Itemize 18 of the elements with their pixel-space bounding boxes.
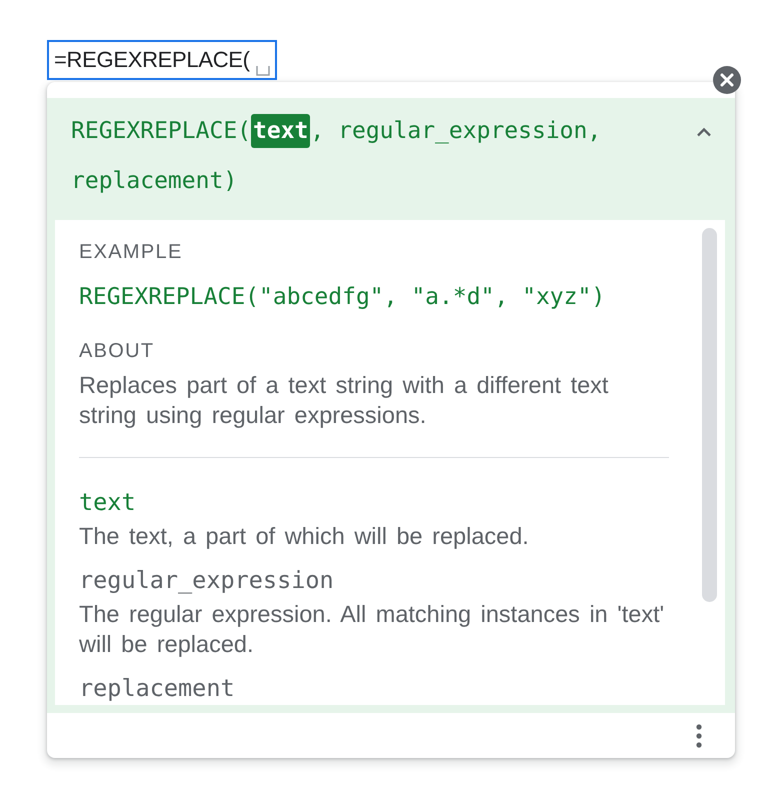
signature-argument: replacement) bbox=[71, 168, 238, 194]
section-heading: ABOUT bbox=[79, 339, 156, 363]
section-heading: EXAMPLE bbox=[79, 240, 184, 264]
blank-marker-icon bbox=[256, 64, 270, 76]
scrollbar-thumb[interactable] bbox=[702, 228, 717, 602]
argument-name: regular_expression bbox=[79, 565, 335, 595]
argument-description: The regular expression. All matching instances in 'text' will be replaced. bbox=[79, 600, 666, 659]
argument-name: replacement bbox=[79, 673, 236, 703]
about-text: Replaces part of a text string with a different text string using regular expressions. bbox=[79, 371, 610, 430]
more-options-icon[interactable] bbox=[696, 724, 702, 748]
formula-input[interactable]: =REGEXREPLACE( bbox=[47, 40, 277, 80]
argument-description: The text, a part of which will be replaced. bbox=[79, 522, 530, 551]
argument-name: text bbox=[79, 487, 137, 517]
close-icon[interactable] bbox=[713, 66, 741, 94]
caret-up-icon[interactable] bbox=[696, 127, 712, 137]
function-name: REGEXREPLACE( bbox=[71, 118, 252, 144]
signature-argument: regular_expression, bbox=[338, 118, 602, 144]
example-formula: REGEXREPLACE("abcedfg", "a.*d", "xyz") bbox=[79, 283, 606, 312]
